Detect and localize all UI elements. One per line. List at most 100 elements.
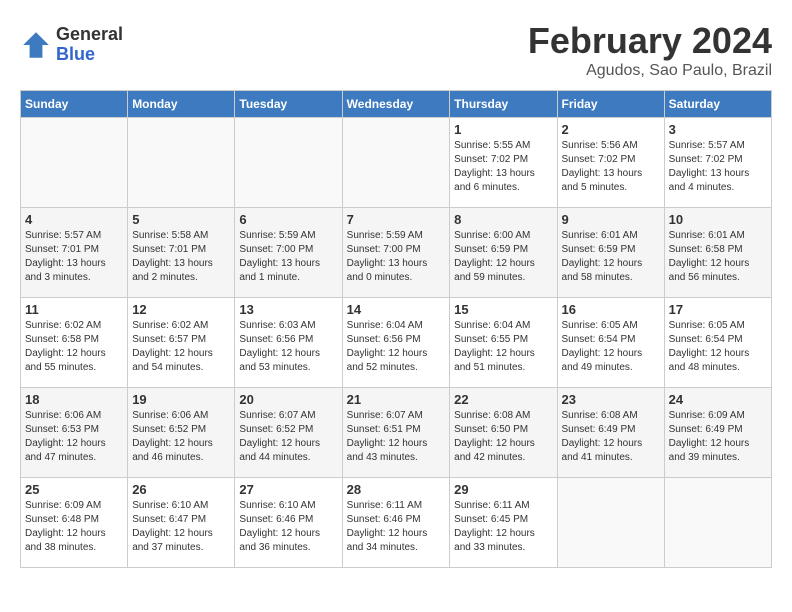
calendar-cell [235,118,342,208]
calendar-cell: 7Sunrise: 5:59 AM Sunset: 7:00 PM Daylig… [342,208,450,298]
weekday-header-saturday: Saturday [664,91,771,118]
calendar-week-row: 25Sunrise: 6:09 AM Sunset: 6:48 PM Dayli… [21,478,772,568]
logo-icon [20,29,52,61]
calendar-cell: 1Sunrise: 5:55 AM Sunset: 7:02 PM Daylig… [450,118,557,208]
calendar-cell: 9Sunrise: 6:01 AM Sunset: 6:59 PM Daylig… [557,208,664,298]
calendar-cell: 13 Sunrise: 6:03 AM Sunset: 6:56 PM Dayli… [235,298,342,388]
logo-text: General Blue [56,25,123,65]
calendar-cell: 3 Sunrise: 5:57 AM Sunset: 7:02 PM Daylig… [664,118,771,208]
calendar-cell: 4 Sunrise: 5:57 AM Sunset: 7:01 PM Daylig… [21,208,128,298]
day-info: Sunrise: 6:02 AM Sunset: 6:58 PM Dayligh… [25,319,123,375]
calendar-cell [664,478,771,568]
day-number: 16 [562,302,660,317]
day-number: 22 [454,392,552,407]
day-number: 17 [669,302,767,317]
page-header: General Blue February 2024 Agudos, Sao P… [20,20,772,80]
day-info: Sunrise: 5:57 AM Sunset: 7:02 PM Dayligh… [669,139,767,195]
calendar-cell: 26 Sunrise: 6:10 AM Sunset: 6:47 PM Dayli… [128,478,235,568]
day-number: 19 [132,392,230,407]
day-number: 28 [347,482,446,497]
month-title: February 2024 [528,20,772,62]
calendar-cell: 28 Sunrise: 6:11 AM Sunset: 6:46 PM Dayli… [342,478,450,568]
calendar-week-row: 11 Sunrise: 6:02 AM Sunset: 6:58 PM Dayli… [21,298,772,388]
calendar-week-row: 1Sunrise: 5:55 AM Sunset: 7:02 PM Daylig… [21,118,772,208]
day-number: 4 [25,212,123,227]
logo: General Blue [20,25,123,65]
weekday-header-monday: Monday [128,91,235,118]
calendar-cell: 16 Sunrise: 6:05 AM Sunset: 6:54 PM Dayli… [557,298,664,388]
location: Agudos, Sao Paulo, Brazil [528,62,772,80]
day-info: Sunrise: 6:04 AM Sunset: 6:56 PM Dayligh… [347,319,446,375]
day-number: 21 [347,392,446,407]
day-number: 15 [454,302,552,317]
day-number: 3 [669,122,767,137]
calendar-cell [557,478,664,568]
calendar-cell: 10 Sunrise: 6:01 AM Sunset: 6:58 PM Dayli… [664,208,771,298]
calendar-cell: 11 Sunrise: 6:02 AM Sunset: 6:58 PM Dayli… [21,298,128,388]
calendar-cell: 15 Sunrise: 6:04 AM Sunset: 6:55 PM Dayli… [450,298,557,388]
logo-blue: Blue [56,45,123,65]
calendar-cell [128,118,235,208]
day-info: Sunrise: 6:07 AM Sunset: 6:51 PM Dayligh… [347,409,446,465]
day-info: Sunrise: 6:01 AM Sunset: 6:58 PM Dayligh… [669,229,767,285]
day-number: 2 [562,122,660,137]
day-number: 14 [347,302,446,317]
day-number: 9 [562,212,660,227]
day-number: 20 [239,392,337,407]
day-number: 23 [562,392,660,407]
day-info: Sunrise: 6:06 AM Sunset: 6:52 PM Dayligh… [132,409,230,465]
day-info: Sunrise: 6:10 AM Sunset: 6:47 PM Dayligh… [132,499,230,555]
calendar-cell: 6 Sunrise: 5:59 AM Sunset: 7:00 PM Daylig… [235,208,342,298]
day-number: 12 [132,302,230,317]
day-number: 7 [347,212,446,227]
day-info: Sunrise: 6:04 AM Sunset: 6:55 PM Dayligh… [454,319,552,375]
day-info: Sunrise: 6:05 AM Sunset: 6:54 PM Dayligh… [562,319,660,375]
day-info: Sunrise: 6:08 AM Sunset: 6:49 PM Dayligh… [562,409,660,465]
day-number: 13 [239,302,337,317]
day-info: Sunrise: 6:10 AM Sunset: 6:46 PM Dayligh… [239,499,337,555]
calendar-cell: 17 Sunrise: 6:05 AM Sunset: 6:54 PM Dayli… [664,298,771,388]
calendar-cell: 19 Sunrise: 6:06 AM Sunset: 6:52 PM Dayli… [128,388,235,478]
title-block: February 2024 Agudos, Sao Paulo, Brazil [528,20,772,80]
day-number: 1 [454,122,552,137]
day-info: Sunrise: 5:59 AM Sunset: 7:00 PM Dayligh… [239,229,337,285]
weekday-header-sunday: Sunday [21,91,128,118]
calendar-cell: 29Sunrise: 6:11 AM Sunset: 6:45 PM Dayli… [450,478,557,568]
day-number: 6 [239,212,337,227]
day-number: 26 [132,482,230,497]
calendar-cell: 8Sunrise: 6:00 AM Sunset: 6:59 PM Daylig… [450,208,557,298]
day-number: 18 [25,392,123,407]
day-number: 27 [239,482,337,497]
calendar-cell: 14 Sunrise: 6:04 AM Sunset: 6:56 PM Dayli… [342,298,450,388]
calendar-cell: 27 Sunrise: 6:10 AM Sunset: 6:46 PM Dayli… [235,478,342,568]
day-info: Sunrise: 5:58 AM Sunset: 7:01 PM Dayligh… [132,229,230,285]
day-number: 25 [25,482,123,497]
day-number: 29 [454,482,552,497]
day-info: Sunrise: 6:03 AM Sunset: 6:56 PM Dayligh… [239,319,337,375]
day-info: Sunrise: 6:11 AM Sunset: 6:46 PM Dayligh… [347,499,446,555]
calendar-cell: 23 Sunrise: 6:08 AM Sunset: 6:49 PM Dayli… [557,388,664,478]
day-info: Sunrise: 6:06 AM Sunset: 6:53 PM Dayligh… [25,409,123,465]
calendar-cell [342,118,450,208]
day-info: Sunrise: 6:09 AM Sunset: 6:49 PM Dayligh… [669,409,767,465]
day-number: 10 [669,212,767,227]
weekday-header-row: SundayMondayTuesdayWednesdayThursdayFrid… [21,91,772,118]
day-info: Sunrise: 5:57 AM Sunset: 7:01 PM Dayligh… [25,229,123,285]
calendar-cell: 24 Sunrise: 6:09 AM Sunset: 6:49 PM Dayli… [664,388,771,478]
day-number: 5 [132,212,230,227]
day-number: 24 [669,392,767,407]
calendar-cell: 2 Sunrise: 5:56 AM Sunset: 7:02 PM Daylig… [557,118,664,208]
day-number: 11 [25,302,123,317]
calendar-cell: 12Sunrise: 6:02 AM Sunset: 6:57 PM Dayli… [128,298,235,388]
day-number: 8 [454,212,552,227]
day-info: Sunrise: 5:56 AM Sunset: 7:02 PM Dayligh… [562,139,660,195]
day-info: Sunrise: 6:05 AM Sunset: 6:54 PM Dayligh… [669,319,767,375]
day-info: Sunrise: 6:07 AM Sunset: 6:52 PM Dayligh… [239,409,337,465]
calendar-cell: 20 Sunrise: 6:07 AM Sunset: 6:52 PM Dayli… [235,388,342,478]
calendar-cell: 25Sunrise: 6:09 AM Sunset: 6:48 PM Dayli… [21,478,128,568]
weekday-header-friday: Friday [557,91,664,118]
logo-general: General [56,25,123,45]
calendar-week-row: 18 Sunrise: 6:06 AM Sunset: 6:53 PM Dayli… [21,388,772,478]
weekday-header-tuesday: Tuesday [235,91,342,118]
calendar-cell: 22Sunrise: 6:08 AM Sunset: 6:50 PM Dayli… [450,388,557,478]
